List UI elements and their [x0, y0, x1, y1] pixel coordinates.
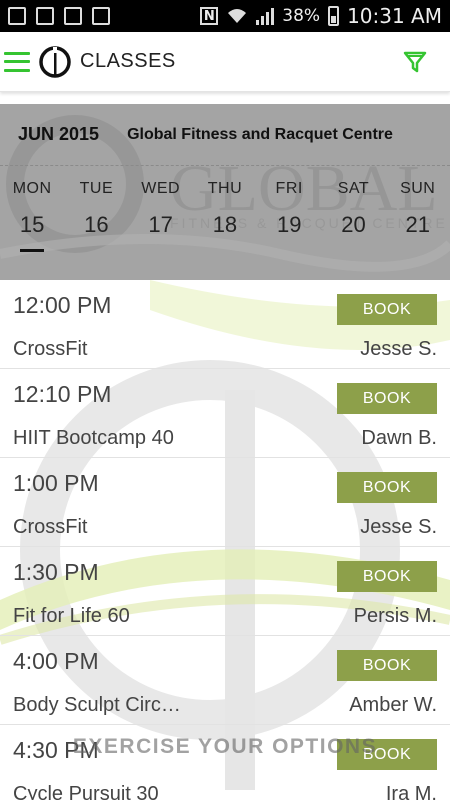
calendar-top-row: JUN 2015 Global Fitness and Racquet Cent…: [0, 104, 450, 166]
day-number: 21: [405, 212, 430, 237]
page-title: CLASSES: [80, 50, 176, 72]
notification-icon: [8, 7, 26, 25]
filter-button[interactable]: [400, 47, 430, 77]
action-bar: CLASSES: [0, 32, 450, 92]
instructor-name: Jesse S.: [360, 516, 437, 538]
day-name: THU: [207, 180, 243, 197]
day-item[interactable]: WED 17: [129, 180, 193, 238]
class-time: 1:00 PM: [13, 470, 99, 496]
day-item[interactable]: SAT 20: [321, 180, 385, 238]
class-time: 12:00 PM: [13, 292, 112, 318]
clipboard-icon: [64, 7, 82, 25]
day-selector: MON 15 TUE 16 WED 17 THU 18 FRI 19 SAT 2…: [0, 180, 450, 238]
day-number: 17: [148, 212, 173, 237]
instructor-name: Jesse S.: [360, 338, 437, 360]
book-button[interactable]: BOOK: [337, 650, 437, 681]
class-row[interactable]: 1:00 PM BOOK CrossFit Jesse S.: [0, 458, 450, 547]
class-time: 4:30 PM: [13, 737, 99, 763]
class-row[interactable]: 12:10 PM BOOK HIIT Bootcamp 40 Dawn B.: [0, 369, 450, 458]
instructor-name: Ira M.: [385, 783, 437, 800]
day-item[interactable]: THU 18: [193, 180, 257, 238]
logo-icon: [39, 45, 71, 78]
battery-percent: 38%: [282, 6, 321, 26]
class-name: CrossFit: [13, 338, 88, 360]
day-item[interactable]: MON 15: [0, 180, 64, 238]
class-time: 12:10 PM: [13, 381, 112, 407]
book-button[interactable]: BOOK: [337, 472, 437, 503]
book-button[interactable]: BOOK: [337, 739, 437, 770]
system-icons: N 38% 10:31 AM: [200, 4, 442, 28]
class-name: Cycle Pursuit 30: [13, 783, 159, 800]
gym-name[interactable]: Global Fitness and Racquet Centre: [127, 126, 427, 144]
class-row[interactable]: 1:30 PM BOOK Fit for Life 60 Persis M.: [0, 547, 450, 636]
clock: 10:31 AM: [347, 4, 442, 28]
battery-icon: [328, 6, 340, 26]
class-time: 1:30 PM: [13, 559, 99, 585]
day-name: SAT: [337, 180, 370, 197]
class-name: CrossFit: [13, 516, 88, 538]
day-name: SUN: [400, 180, 436, 197]
class-time: 4:00 PM: [13, 648, 99, 674]
instructor-name: Persis M.: [353, 605, 437, 627]
class-row[interactable]: 4:30 PM BOOK Cycle Pursuit 30 Ira M.: [0, 725, 450, 800]
class-row[interactable]: 12:00 PM BOOK CrossFit Jesse S.: [0, 280, 450, 369]
day-number: 18: [212, 212, 238, 237]
play-icon: [92, 7, 110, 25]
gallery-icon: [36, 7, 54, 25]
month-label[interactable]: JUN 2015: [18, 124, 99, 145]
day-item[interactable]: SUN 21: [386, 180, 450, 238]
day-name: WED: [141, 180, 181, 197]
instructor-name: Dawn B.: [361, 427, 437, 449]
day-number: 15: [0, 212, 64, 238]
week-calendar: GLOBAL FITNESS & RACQUET CENTRE JUN 2015…: [0, 104, 450, 280]
day-number: 16: [84, 212, 109, 237]
filter-icon: [403, 51, 427, 72]
day-name: FRI: [275, 180, 303, 197]
class-name: HIIT Bootcamp 40: [13, 427, 174, 449]
menu-icon[interactable]: [4, 51, 30, 72]
app-screen: N 38% 10:31 AM CLASSES GLOBAL FITNESS & …: [0, 0, 450, 800]
nfc-icon: N: [200, 7, 219, 25]
signal-icon: [256, 7, 275, 25]
book-button[interactable]: BOOK: [337, 294, 437, 325]
day-item[interactable]: FRI 19: [257, 180, 321, 238]
status-bar: N 38% 10:31 AM: [0, 0, 450, 32]
day-item[interactable]: TUE 16: [64, 180, 128, 238]
class-row[interactable]: 4:00 PM BOOK Body Sculpt Circ… Amber W.: [0, 636, 450, 725]
day-name: MON: [12, 180, 52, 197]
day-name: TUE: [79, 180, 114, 197]
day-number: 19: [276, 212, 302, 237]
instructor-name: Amber W.: [349, 694, 437, 716]
class-name: Body Sculpt Circ…: [13, 694, 181, 716]
wifi-icon: [228, 9, 247, 23]
notification-icons: [8, 7, 110, 25]
day-number: 20: [341, 212, 366, 237]
book-button[interactable]: BOOK: [337, 561, 437, 592]
class-name: Fit for Life 60: [13, 605, 130, 627]
class-list[interactable]: 12:00 PM BOOK CrossFit Jesse S. 12:10 PM…: [0, 280, 450, 800]
book-button[interactable]: BOOK: [337, 383, 437, 414]
